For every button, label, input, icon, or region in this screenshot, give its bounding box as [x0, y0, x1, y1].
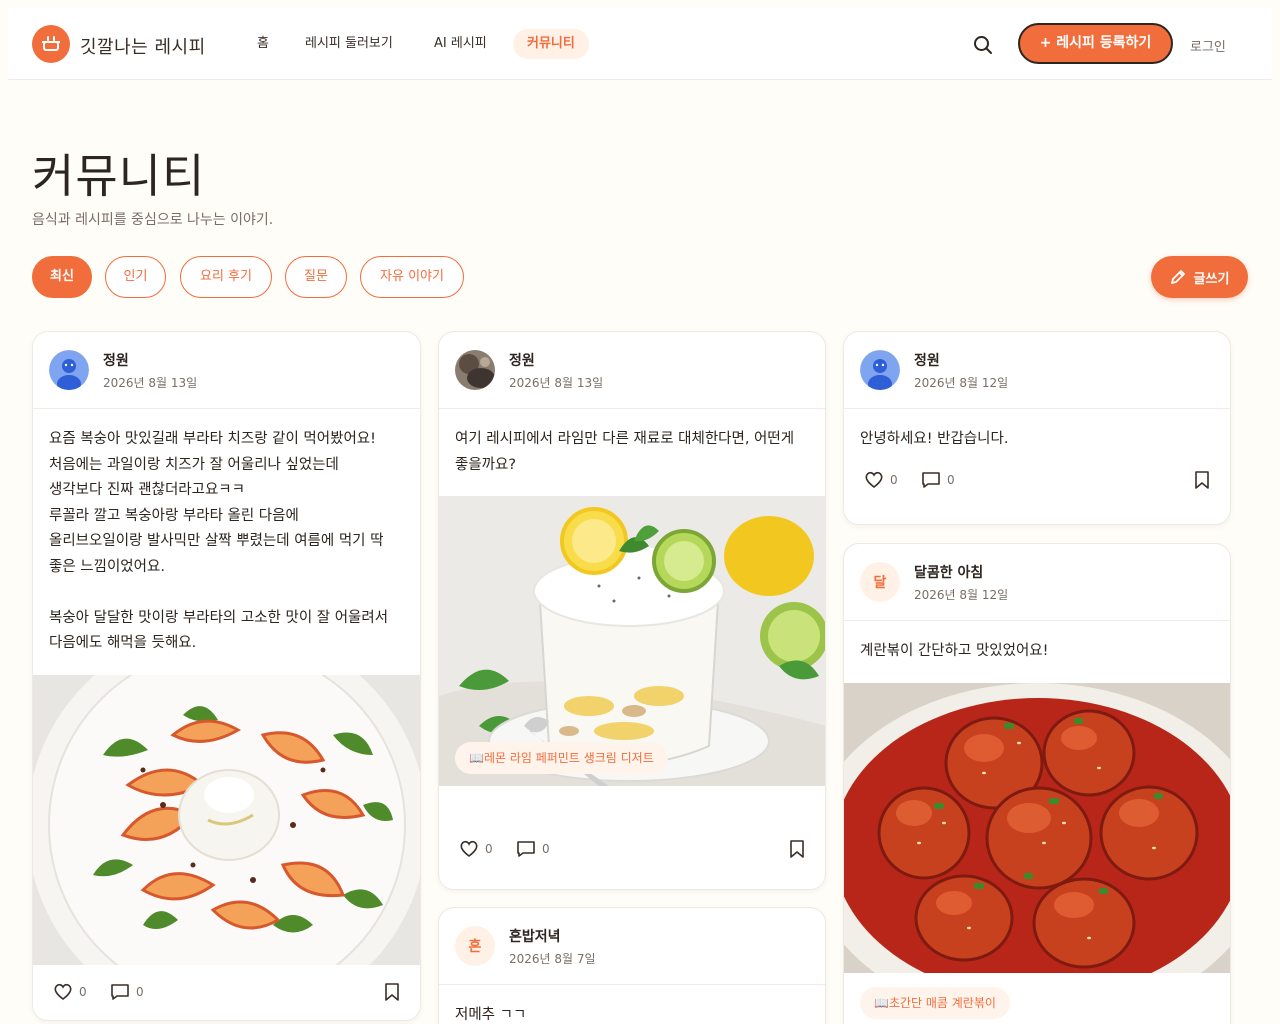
post-author[interactable]: 정원 — [914, 350, 940, 370]
register-recipe-button[interactable]: + 레시피 등록하기 — [1018, 23, 1173, 64]
heart-icon — [54, 983, 72, 1001]
post-footer: 0 0 — [844, 469, 1230, 524]
like-count: 0 — [485, 842, 493, 856]
post-author[interactable]: 달콤한 아침 — [914, 562, 983, 582]
post-card[interactable]: 정원 2026년 8월 13일 여기 레시피에서 라임만 다른 재료로 대체한다… — [438, 331, 826, 890]
post-author[interactable]: 혼밥저녁 — [509, 926, 561, 946]
post-header: 정원 2026년 8월 12일 — [844, 332, 1230, 409]
user-avatar[interactable] — [860, 350, 900, 390]
filter-cooking-review[interactable]: 요리 후기 — [180, 256, 272, 298]
peach-burrata-salad-photo[interactable] — [33, 675, 420, 965]
nav-browse-recipes[interactable]: 레시피 둘러보기 — [291, 29, 407, 59]
post-author[interactable]: 정원 — [103, 350, 129, 370]
post-footer: 0 0 — [439, 832, 825, 888]
heart-icon — [865, 471, 883, 489]
post-date: 2026년 8월 7일 — [509, 952, 596, 966]
pencil-icon — [1170, 270, 1185, 284]
like-button[interactable]: 0 — [864, 471, 898, 489]
post-author[interactable]: 정원 — [509, 350, 535, 370]
user-avatar[interactable]: 달 — [860, 562, 900, 602]
user-avatar[interactable] — [49, 350, 89, 390]
comment-icon — [517, 841, 535, 857]
nav-home[interactable]: 홈 — [243, 29, 283, 59]
post-date: 2026년 8월 12일 — [914, 588, 1009, 602]
heart-icon — [460, 840, 478, 858]
post-header: 달 달콤한 아침 2026년 8월 12일 — [844, 544, 1230, 621]
post-header: 혼 혼밥저녁 2026년 8월 7일 — [439, 908, 825, 985]
comment-button[interactable]: 0 — [110, 983, 144, 1001]
login-link[interactable]: 로그인 — [1190, 36, 1226, 55]
post-text: 안녕하세요! 반갑습니다. — [860, 431, 1009, 447]
post-text: 저메추 ㄱㄱ — [455, 1007, 527, 1023]
filter-question[interactable]: 질문 — [285, 256, 347, 298]
post-card[interactable]: 정원 2026년 8월 13일 요즘 복숭아 맛있길래 부라타 치즈랑 같이 먹… — [32, 331, 421, 1021]
bookmark-icon[interactable] — [384, 983, 400, 1005]
comment-icon — [922, 472, 940, 488]
post-card[interactable]: 혼 혼밥저녁 2026년 8월 7일 저메추 ㄱㄱ — [438, 907, 826, 1024]
post-header: 정원 2026년 8월 13일 — [33, 332, 420, 409]
nav-community[interactable]: 커뮤니티 — [513, 29, 589, 59]
post-footer: 0 0 — [33, 965, 420, 1020]
user-avatar[interactable]: 혼 — [455, 926, 495, 966]
write-post-label: 글쓰기 — [1193, 271, 1230, 287]
post-card[interactable]: 정원 2026년 8월 12일 안녕하세요! 반갑습니다. 0 0 — [843, 331, 1231, 525]
comment-count: 0 — [136, 985, 144, 999]
linked-recipe-tag[interactable]: 📖레몬 라임 페퍼민트 생크림 디저트 — [455, 742, 668, 774]
post-date: 2026년 8월 13일 — [509, 376, 604, 390]
bookmark-icon[interactable] — [789, 840, 805, 862]
user-avatar[interactable] — [455, 350, 495, 390]
bookmark-icon[interactable] — [1194, 471, 1210, 493]
comment-button[interactable]: 0 — [921, 471, 955, 489]
post-date: 2026년 8월 12일 — [914, 376, 1009, 390]
spicy-egg-stir-fry-photo[interactable] — [844, 683, 1230, 973]
like-button[interactable]: 0 — [459, 840, 493, 858]
linked-recipe-tag[interactable]: 📖초간단 매콤 계란볶이 — [860, 987, 1010, 1019]
search-icon[interactable] — [972, 34, 994, 56]
top-navigation-bar: 깃깔나는 레시피 홈 레시피 둘러보기 AI 레시피 커뮤니티 + 레시피 등록… — [8, 8, 1272, 80]
like-count: 0 — [79, 985, 87, 999]
page-subtitle: 음식과 레시피를 중심으로 나누는 이야기. — [32, 212, 274, 228]
nav-ai-recipe[interactable]: AI 레시피 — [420, 29, 501, 59]
filter-latest[interactable]: 최신 — [32, 256, 92, 298]
logo-text[interactable]: 깃깔나는 레시피 — [80, 33, 206, 59]
like-button[interactable]: 0 — [53, 983, 87, 1001]
page-title: 커뮤니티 — [32, 149, 206, 203]
post-header: 정원 2026년 8월 13일 — [439, 332, 825, 409]
post-date: 2026년 8월 13일 — [103, 376, 198, 390]
post-card[interactable]: 달 달콤한 아침 2026년 8월 12일 계란볶이 간단하고 맛있었어요! 📖… — [843, 543, 1231, 1024]
comment-count: 0 — [947, 473, 955, 487]
filter-popular[interactable]: 인기 — [105, 256, 166, 298]
filter-free-talk[interactable]: 자유 이야기 — [360, 256, 464, 298]
comment-count: 0 — [542, 842, 550, 856]
post-text: 여기 레시피에서 라임만 다른 재료로 대체한다면, 어떤게 좋을까요? — [455, 431, 795, 473]
write-post-button[interactable]: 글쓰기 — [1151, 256, 1248, 298]
post-text: 계란볶이 간단하고 맛있었어요! — [860, 643, 1049, 659]
post-text: 요즘 복숭아 맛있길래 부라타 치즈랑 같이 먹어봤어요! 처음에는 과일이랑 … — [49, 431, 389, 651]
comment-icon — [111, 984, 129, 1000]
logo-pot-icon[interactable] — [32, 25, 70, 63]
like-count: 0 — [890, 473, 898, 487]
comment-button[interactable]: 0 — [516, 840, 550, 858]
